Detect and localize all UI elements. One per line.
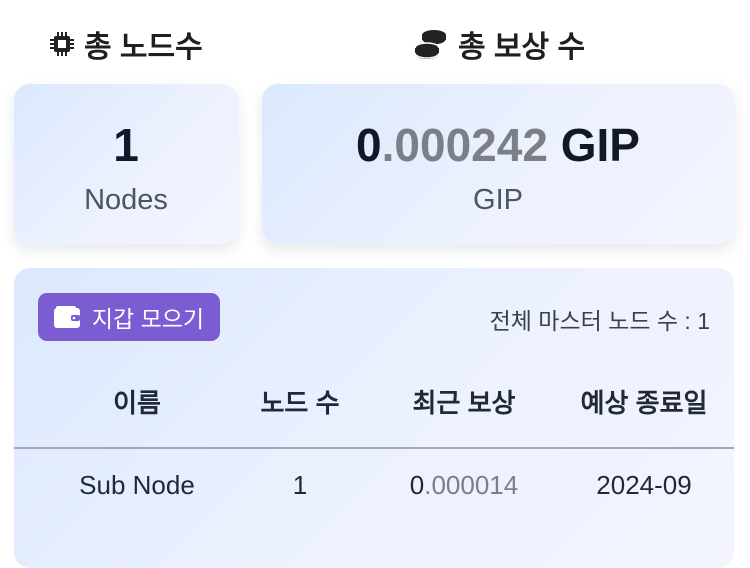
rewards-unit: GIP — [473, 184, 523, 216]
row-recent-reward-int: 0 — [409, 470, 425, 500]
column-header-name[interactable]: 이름 — [113, 383, 161, 420]
row-node-count: 1 — [292, 470, 308, 500]
rewards-total-frac: .000242 — [381, 119, 548, 171]
row-name: Sub Node — [79, 470, 195, 500]
collect-wallet-label: 지갑 모으기 — [91, 306, 205, 332]
wallet-icon — [53, 306, 80, 328]
row-recent-reward: 0.000014 — [410, 470, 518, 501]
row-recent-reward-frac: .000014 — [424, 470, 519, 500]
row-expected-end: 2024-09 — [596, 470, 692, 500]
total-master-nodes: 전체 마스터 노드 수 : 1 — [489, 308, 710, 334]
rewards-total: 0.000242 GIP — [262, 118, 734, 172]
rewards-total-int: 0 — [356, 119, 382, 171]
column-header-node-count[interactable]: 노드 수 — [261, 383, 340, 420]
chip-icon — [50, 32, 74, 56]
total-rewards-title: 총 보상 수 — [414, 22, 585, 66]
nodes-unit: Nodes — [84, 184, 168, 216]
nodes-count: 1 — [113, 119, 139, 171]
total-nodes-title-text: 총 노드수 — [84, 31, 203, 64]
rewards-total-suffix: GIP — [547, 119, 640, 171]
rewards-summary-card: 0.000242 GIP GIP — [262, 84, 734, 244]
column-header-expected-end[interactable]: 예상 종료일 — [581, 383, 708, 420]
collect-wallet-button[interactable]: 지갑 모으기 — [38, 293, 220, 341]
nodes-summary-card: 1 Nodes — [14, 84, 238, 244]
table-header-divider — [14, 447, 734, 449]
total-rewards-title-text: 총 보상 수 — [458, 31, 586, 64]
total-nodes-title: 총 노드수 — [50, 22, 203, 66]
column-header-recent-reward[interactable]: 최근 보상 — [413, 383, 516, 420]
coins-icon — [414, 29, 448, 59]
